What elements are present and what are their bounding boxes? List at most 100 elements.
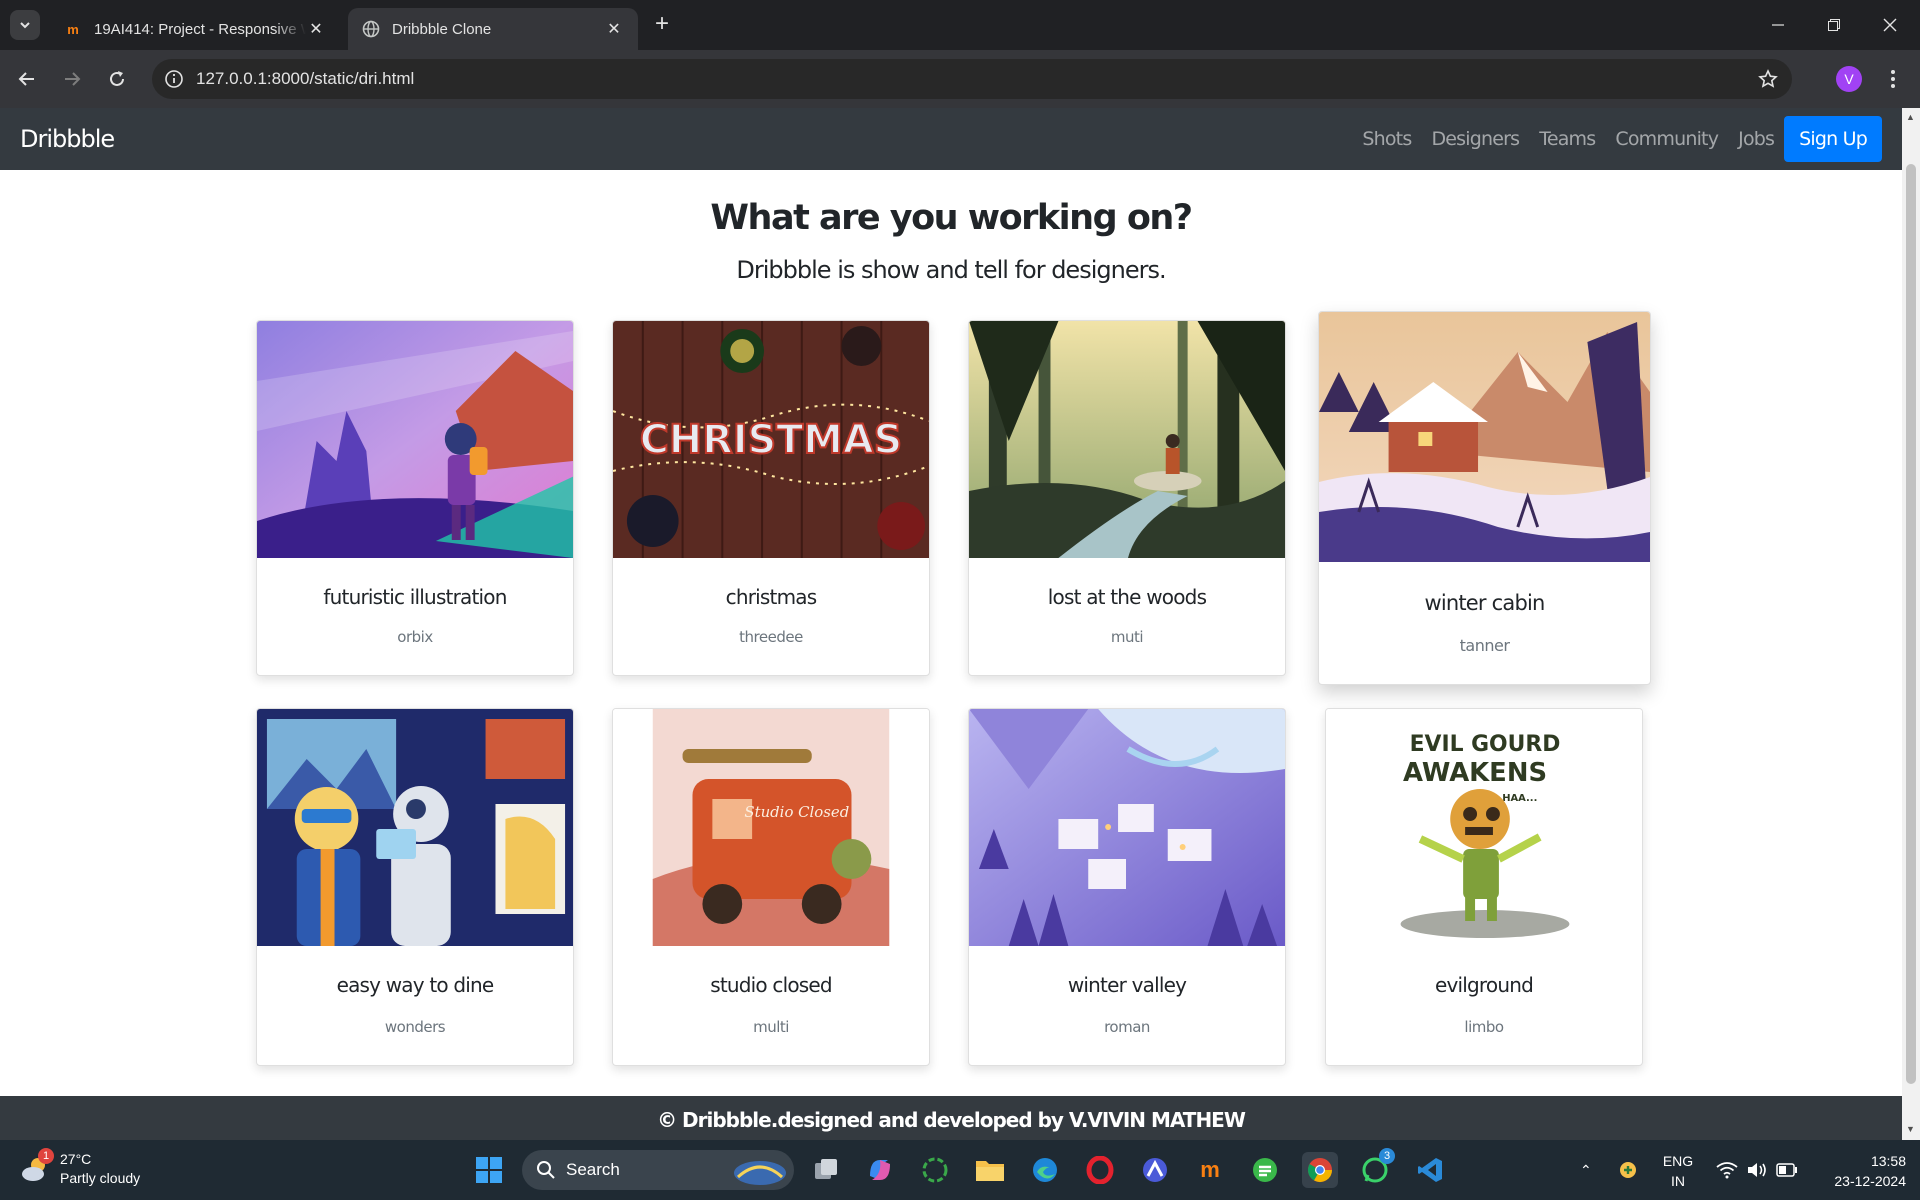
forward-button[interactable] xyxy=(57,64,87,94)
moodle-icon: m xyxy=(67,21,79,37)
close-icon[interactable]: ✕ xyxy=(604,19,624,39)
nav-link-shots[interactable]: Shots xyxy=(1362,128,1412,150)
profile-avatar[interactable]: V xyxy=(1836,66,1862,92)
quick-settings[interactable] xyxy=(1716,1140,1798,1200)
address-bar[interactable]: 127.0.0.1:8000/static/dri.html xyxy=(152,59,1792,99)
shot-card[interactable]: futuristic illustration orbix xyxy=(256,320,574,676)
vscode-icon xyxy=(1418,1158,1442,1182)
card-author[interactable]: multi xyxy=(613,1018,929,1036)
shot-card[interactable]: winter cabin tanner xyxy=(1318,311,1651,685)
tray-app-icon[interactable] xyxy=(1618,1160,1638,1180)
nav-link-community[interactable]: Community xyxy=(1615,128,1719,150)
green-app-icon xyxy=(1253,1158,1277,1182)
card-author[interactable]: orbix xyxy=(257,628,573,646)
reload-button[interactable] xyxy=(102,64,132,94)
nav-link-jobs[interactable]: Jobs xyxy=(1738,128,1775,150)
site-info-icon[interactable] xyxy=(164,69,184,89)
chrome-button[interactable] xyxy=(1302,1152,1338,1188)
nav-link-teams[interactable]: Teams xyxy=(1539,128,1596,150)
weather-widget[interactable]: 1 27°C Partly cloudy xyxy=(20,1148,140,1188)
card-title[interactable]: winter valley xyxy=(969,973,1285,997)
evilground-image[interactable]: EVIL GOURD AWAKENS HAA... xyxy=(1326,709,1642,946)
card-title[interactable]: lost at the woods xyxy=(969,585,1285,609)
browser-menu-button[interactable] xyxy=(1878,64,1908,94)
shot-card[interactable]: winter valley roman xyxy=(968,708,1286,1066)
url-text[interactable]: 127.0.0.1:8000/static/dri.html xyxy=(196,69,414,89)
system-clock[interactable]: 13:58 23-12-2024 xyxy=(1816,1151,1906,1191)
card-author[interactable]: roman xyxy=(969,1018,1285,1036)
taskbar-search[interactable]: Search xyxy=(522,1150,794,1190)
card-title[interactable]: winter cabin xyxy=(1319,591,1650,615)
minimize-icon xyxy=(1772,24,1784,26)
card-author[interactable]: limbo xyxy=(1326,1018,1642,1036)
app-e-button[interactable] xyxy=(1247,1152,1283,1188)
edge-icon xyxy=(1033,1158,1057,1182)
copilot-button[interactable] xyxy=(862,1152,898,1188)
winter-cabin-image[interactable] xyxy=(1319,312,1650,562)
start-button[interactable] xyxy=(471,1152,507,1188)
tab-title: Dribbble Clone xyxy=(392,20,492,38)
card-title[interactable]: easy way to dine xyxy=(257,973,573,997)
chevron-up-icon[interactable]: ⌃ xyxy=(1580,1162,1592,1179)
back-button[interactable] xyxy=(12,64,42,94)
shot-card[interactable]: CHRISTMAS christmas threedee xyxy=(612,320,930,676)
card-title[interactable]: futuristic illustration xyxy=(257,585,573,609)
easy-way-to-dine-image[interactable] xyxy=(257,709,573,946)
battery-icon xyxy=(1776,1163,1797,1177)
opera-button[interactable] xyxy=(1082,1152,1118,1188)
minimize-button[interactable] xyxy=(1750,0,1806,50)
app-a-button[interactable] xyxy=(1137,1152,1173,1188)
search-icon xyxy=(537,1161,555,1179)
scrollbar-thumb[interactable] xyxy=(1906,164,1916,1084)
card-title[interactable]: christmas xyxy=(613,585,929,609)
card-author[interactable]: tanner xyxy=(1319,636,1650,655)
shot-card[interactable]: EVIL GOURD AWAKENS HAA... evilground lim… xyxy=(1325,708,1643,1066)
page-viewport: Dribbble Shots Designers Teams Community… xyxy=(0,108,1920,1140)
site-footer: © Dribbble.designed and developed by V.V… xyxy=(0,1096,1902,1140)
brand-logo[interactable]: Dribbble xyxy=(20,125,1342,153)
vscode-button[interactable] xyxy=(1412,1152,1448,1188)
app-circle-button[interactable] xyxy=(917,1152,953,1188)
signup-button[interactable]: Sign Up xyxy=(1784,116,1882,162)
tab-search-button[interactable] xyxy=(10,10,40,40)
moodle-icon: m xyxy=(1200,1157,1220,1182)
card-author[interactable]: wonders xyxy=(257,1018,573,1036)
studio-closed-image[interactable]: Studio Closed xyxy=(613,709,929,946)
new-tab-button[interactable]: + xyxy=(650,12,674,37)
language-indicator[interactable]: ENG IN xyxy=(1648,1151,1708,1191)
taskbar: 1 27°C Partly cloudy Search m 3 ⌃ ENG IN xyxy=(0,1140,1920,1200)
globe-icon xyxy=(362,20,380,38)
nav-link-designers[interactable]: Designers xyxy=(1431,128,1520,150)
whatsapp-button[interactable]: 3 xyxy=(1357,1148,1395,1188)
folder-icon xyxy=(976,1161,1004,1181)
scroll-down-icon[interactable]: ▼ xyxy=(1906,1124,1915,1134)
christmas-image[interactable]: CHRISTMAS xyxy=(613,321,929,558)
card-title[interactable]: studio closed xyxy=(613,973,929,997)
page-scrollbar[interactable]: ▲ ▼ xyxy=(1902,108,1920,1140)
card-author[interactable]: threedee xyxy=(613,628,929,646)
restore-button[interactable] xyxy=(1806,0,1862,50)
futuristic-illustration-image[interactable] xyxy=(257,321,573,558)
file-explorer-button[interactable] xyxy=(972,1152,1008,1188)
card-author[interactable]: muti xyxy=(969,628,1285,646)
card-title[interactable]: evilground xyxy=(1326,973,1642,997)
task-view-button[interactable] xyxy=(808,1152,844,1188)
edge-button[interactable] xyxy=(1027,1152,1063,1188)
close-window-button[interactable] xyxy=(1862,0,1918,50)
shot-card[interactable]: lost at the woods muti xyxy=(968,320,1286,676)
shot-card[interactable]: Studio Closed studio closed multi xyxy=(612,708,930,1066)
tab-project[interactable]: m 19AI414: Project - Responsive Web ✕ xyxy=(50,8,340,50)
moodle-button[interactable]: m xyxy=(1192,1152,1228,1188)
hero-subtitle: Dribbble is show and tell for designers. xyxy=(736,256,1166,284)
scroll-up-icon[interactable]: ▲ xyxy=(1906,112,1915,122)
close-icon[interactable]: ✕ xyxy=(306,19,326,39)
winter-valley-image[interactable] xyxy=(969,709,1285,946)
shot-card[interactable]: easy way to dine wonders xyxy=(256,708,574,1066)
wifi-icon xyxy=(1716,1162,1738,1179)
evil-lettering-line2: AWAKENS xyxy=(1403,758,1547,788)
star-icon[interactable] xyxy=(1758,69,1778,89)
evil-lettering-line3: HAA... xyxy=(1502,793,1537,804)
tab-dribbble-clone[interactable]: Dribbble Clone ✕ xyxy=(348,8,638,50)
search-label: Search xyxy=(566,1160,620,1179)
lost-at-the-woods-image[interactable] xyxy=(969,321,1285,558)
